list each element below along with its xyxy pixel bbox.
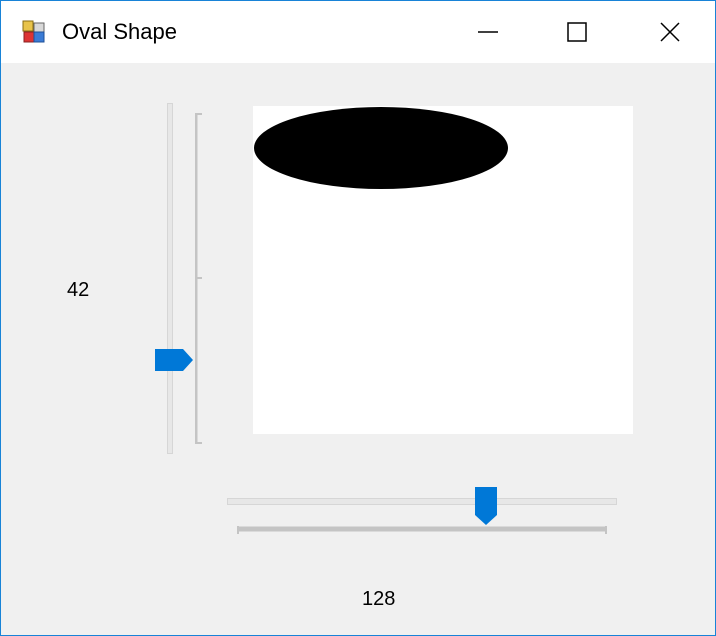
close-button[interactable] (625, 1, 715, 63)
horizontal-value-label: 128 (362, 588, 396, 610)
minimize-button[interactable] (443, 1, 533, 63)
minimize-icon (477, 21, 499, 43)
horizontal-slider-scale (237, 526, 607, 534)
horizontal-slider-thumb[interactable] (475, 487, 497, 525)
drawing-canvas (253, 106, 633, 434)
maximize-button[interactable] (532, 1, 622, 63)
vertical-slider-thumb[interactable] (155, 349, 193, 371)
vertical-value-label: 42 (67, 279, 90, 301)
title-bar[interactable]: Oval Shape (1, 1, 715, 63)
close-icon (659, 21, 681, 43)
maximize-icon (566, 21, 588, 43)
app-window: Oval Shape 42 128 (0, 0, 716, 636)
vertical-slider-scale (195, 113, 202, 444)
oval-shape (254, 107, 508, 189)
horizontal-slider-track[interactable] (227, 498, 617, 505)
window-title: Oval Shape (62, 19, 177, 44)
vertical-slider-track[interactable] (167, 103, 173, 454)
app-icon (22, 20, 46, 44)
